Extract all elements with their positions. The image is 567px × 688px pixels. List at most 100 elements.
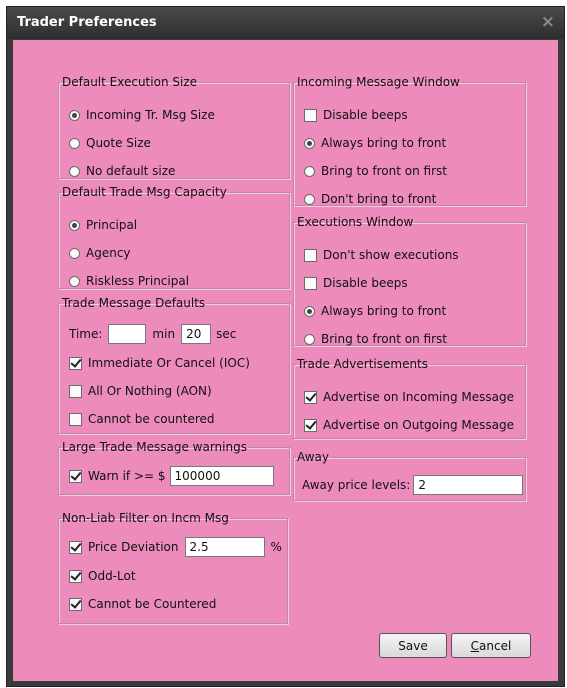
checkbox-indicator[interactable] (69, 597, 82, 611)
executions-window-group: Executions Window Don't show executions … (293, 215, 526, 346)
radio-indicator[interactable] (304, 305, 315, 317)
cancel-button-label: Cancel (470, 638, 512, 653)
radio-indicator[interactable] (304, 165, 315, 177)
radio-bring-to-front-on-first-executions[interactable]: Bring to front on first (304, 329, 447, 349)
radio-no-default-size[interactable]: No default size (69, 161, 175, 181)
cancel-button[interactable]: Cancel (451, 633, 531, 658)
trade-message-defaults-group: Trade Message Defaults Time: min 20 sec … (58, 296, 290, 434)
radio-riskless-principal[interactable]: Riskless Principal (69, 271, 189, 291)
warn-checkbox[interactable] (69, 469, 82, 483)
away-row: Away price levels: 2 (302, 475, 524, 495)
checkbox-disable-beeps-executions[interactable]: Disable beeps (304, 273, 408, 293)
warn-amount-input[interactable]: 100000 (169, 466, 274, 486)
checkbox-indicator[interactable] (69, 412, 82, 426)
warn-label: Warn if >= $ (88, 469, 166, 483)
radio-indicator[interactable] (69, 247, 80, 259)
group-legend: Default Execution Size (62, 75, 197, 89)
radio-indicator[interactable] (69, 219, 80, 231)
radio-label: Incoming Tr. Msg Size (86, 108, 215, 122)
radio-principal[interactable]: Principal (69, 215, 137, 235)
time-row: Time: min 20 sec (69, 324, 236, 344)
checkbox-label: Advertise on Outgoing Message (323, 418, 514, 432)
default-trade-msg-capacity-group: Default Trade Msg Capacity Principal Age… (58, 185, 290, 289)
checkbox-ioc[interactable]: Immediate Or Cancel (IOC) (69, 353, 250, 373)
percent-label: % (270, 540, 282, 554)
checkbox-label: Advertise on Incoming Message (323, 390, 515, 404)
sec-input[interactable]: 20 (181, 324, 212, 344)
price-deviation-row: Price Deviation 2.5 % (69, 537, 282, 557)
checkbox-dont-show-executions[interactable]: Don't show executions (304, 245, 459, 265)
group-legend: Large Trade Message warnings (62, 440, 247, 454)
min-label: min (152, 327, 176, 341)
checkbox-disable-beeps-incoming[interactable]: Disable beeps (304, 105, 408, 125)
dialog-content: Default Execution Size Incoming Tr. Msg … (13, 40, 558, 681)
radio-label: Principal (86, 218, 138, 232)
checkbox-label: Disable beeps (323, 108, 408, 122)
radio-always-bring-to-front-executions[interactable]: Always bring to front (304, 301, 446, 321)
checkbox-cannot-be-countered-filter[interactable]: Cannot be Countered (69, 594, 216, 614)
radio-label: Riskless Principal (86, 274, 190, 288)
checkbox-aon[interactable]: All Or Nothing (AON) (69, 381, 212, 401)
checkbox-indicator[interactable] (69, 569, 82, 583)
title-bar[interactable]: Trader Preferences × (7, 7, 564, 39)
radio-indicator[interactable] (69, 137, 80, 149)
time-label: Time: (69, 327, 103, 341)
checkbox-indicator[interactable] (304, 248, 317, 262)
radio-agency[interactable]: Agency (69, 243, 131, 263)
group-legend: Non-Liab Filter on Incm Msg (62, 511, 229, 525)
checkbox-cannot-be-countered[interactable]: Cannot be countered (69, 409, 215, 429)
min-input[interactable] (108, 324, 147, 344)
large-trade-warnings-group: Large Trade Message warnings Warn if >= … (58, 440, 290, 495)
radio-label: Don't bring to front (321, 192, 437, 206)
checkbox-indicator[interactable] (304, 108, 317, 122)
radio-always-bring-to-front-incoming[interactable]: Always bring to front (304, 133, 446, 153)
radio-bring-to-front-on-first-incoming[interactable]: Bring to front on first (304, 161, 447, 181)
radio-indicator[interactable] (69, 109, 80, 121)
radio-incoming-tr-msg-size[interactable]: Incoming Tr. Msg Size (69, 105, 215, 125)
checkbox-label: All Or Nothing (AON) (88, 384, 212, 398)
close-icon[interactable]: × (541, 12, 555, 32)
window-title: Trader Preferences (17, 15, 157, 30)
radio-quote-size[interactable]: Quote Size (69, 133, 151, 153)
radio-indicator[interactable] (304, 193, 315, 205)
radio-indicator[interactable] (304, 333, 315, 345)
radio-label: Bring to front on first (321, 332, 447, 346)
group-legend: Trade Advertisements (297, 357, 429, 371)
price-deviation-label: Price Deviation (88, 540, 179, 554)
radio-label: No default size (86, 164, 176, 178)
checkbox-label: Immediate Or Cancel (IOC) (88, 356, 250, 370)
checkbox-indicator[interactable] (69, 356, 82, 370)
radio-indicator[interactable] (69, 275, 80, 287)
group-legend: Trade Message Defaults (62, 296, 206, 310)
group-legend: Executions Window (297, 215, 414, 229)
radio-indicator[interactable] (304, 137, 315, 149)
group-legend: Away (297, 450, 329, 464)
radio-label: Always bring to front (321, 304, 447, 318)
incoming-message-window-group: Incoming Message Window Disable beeps Al… (293, 75, 526, 206)
radio-label: Quote Size (86, 136, 151, 150)
checkbox-advertise-outgoing[interactable]: Advertise on Outgoing Message (304, 415, 514, 435)
checkbox-indicator[interactable] (304, 418, 317, 432)
away-price-levels-input[interactable]: 2 (413, 475, 524, 495)
non-liab-filter-group: Non-Liab Filter on Incm Msg Price Deviat… (58, 511, 288, 624)
radio-indicator[interactable] (69, 165, 80, 177)
trade-advertisements-group: Trade Advertisements Advertise on Incomi… (293, 357, 526, 439)
sec-label: sec (216, 327, 237, 341)
save-button[interactable]: Save (379, 633, 447, 658)
checkbox-label: Cannot be countered (88, 412, 215, 426)
price-deviation-checkbox[interactable] (69, 540, 82, 554)
checkbox-indicator[interactable] (304, 390, 317, 404)
price-deviation-input[interactable]: 2.5 (184, 537, 265, 557)
away-group: Away Away price levels: 2 (293, 450, 526, 501)
radio-label: Always bring to front (321, 136, 447, 150)
checkbox-label: Don't show executions (323, 248, 459, 262)
checkbox-indicator[interactable] (69, 384, 82, 398)
checkbox-advertise-incoming[interactable]: Advertise on Incoming Message (304, 387, 514, 407)
radio-dont-bring-to-front-incoming[interactable]: Don't bring to front (304, 189, 436, 209)
checkbox-indicator[interactable] (304, 276, 317, 290)
default-execution-size-group: Default Execution Size Incoming Tr. Msg … (58, 75, 290, 179)
group-legend: Incoming Message Window (297, 75, 460, 89)
checkbox-odd-lot[interactable]: Odd-Lot (69, 566, 136, 586)
radio-label: Agency (86, 246, 131, 260)
checkbox-label: Disable beeps (323, 276, 408, 290)
